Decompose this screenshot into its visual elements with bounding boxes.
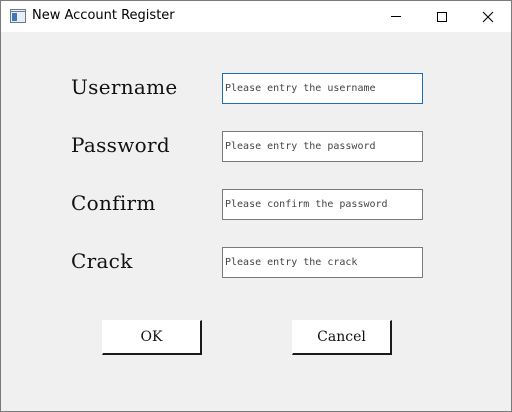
title-bar[interactable]: New Account Register: [1, 1, 511, 32]
close-icon: [482, 11, 494, 22]
confirm-label: Confirm: [71, 191, 156, 215]
cancel-button[interactable]: Cancel: [292, 320, 392, 355]
minimize-button[interactable]: [373, 1, 419, 32]
password-label: Password: [71, 133, 170, 157]
password-input[interactable]: [222, 131, 423, 162]
username-input[interactable]: [222, 73, 423, 104]
minimize-icon: [391, 16, 401, 17]
maximize-icon: [437, 11, 447, 22]
maximize-button[interactable]: [419, 1, 465, 32]
crack-label: Crack: [71, 249, 133, 273]
ok-button[interactable]: OK: [102, 320, 202, 355]
crack-input[interactable]: [222, 247, 423, 278]
close-button[interactable]: [465, 1, 511, 32]
window-title: New Account Register: [32, 8, 175, 23]
username-label: Username: [71, 75, 178, 99]
app-window-icon: [10, 9, 26, 23]
register-window: New Account Register Username Password C…: [0, 0, 512, 412]
confirm-password-input[interactable]: [222, 189, 423, 220]
